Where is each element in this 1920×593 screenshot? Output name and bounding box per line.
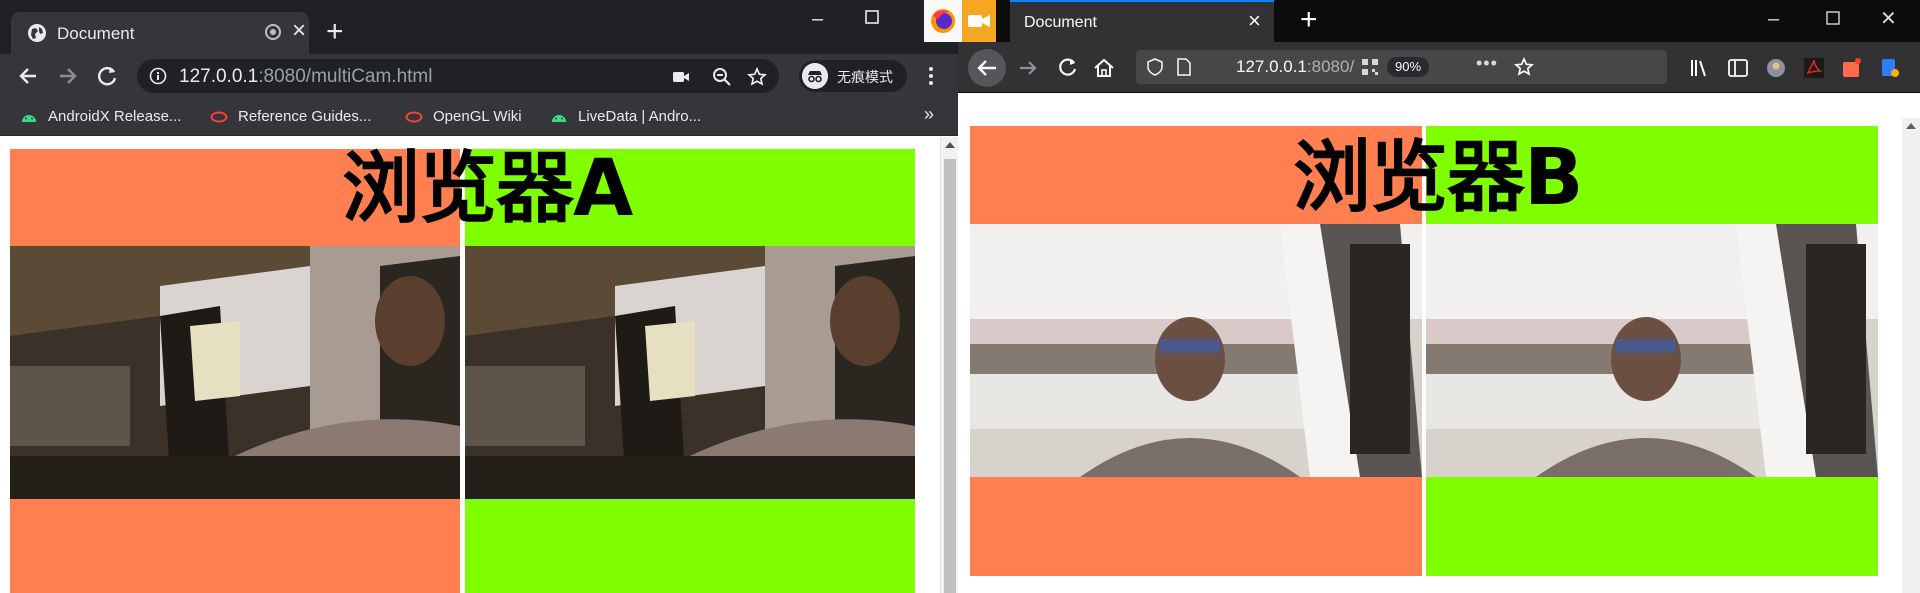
close-tab-icon[interactable]: × bbox=[292, 19, 306, 43]
chrome-window: Document × + – 127.0.0.1:8080/multiCam.h… bbox=[0, 0, 958, 593]
page-heading: 浏览器A bbox=[342, 144, 633, 234]
webcam-video bbox=[465, 246, 915, 499]
address-url: 127.0.0.1:8080/multiCam.html bbox=[179, 66, 433, 87]
page-actions-icon[interactable]: ••• bbox=[1476, 53, 1498, 74]
webcam-video bbox=[970, 224, 1422, 477]
android-icon bbox=[552, 115, 566, 122]
forward-icon[interactable] bbox=[54, 64, 82, 88]
camera-extension-tile[interactable] bbox=[962, 0, 996, 42]
address-bar[interactable]: 127.0.0.1:8080/multiCam.html bbox=[137, 59, 779, 93]
zoom-icon[interactable] bbox=[712, 67, 732, 87]
firefox-extension-tile[interactable] bbox=[924, 0, 962, 42]
globe-icon bbox=[28, 24, 46, 42]
back-button[interactable] bbox=[968, 49, 1006, 87]
firefox-page: 浏览器B bbox=[958, 118, 1920, 593]
page-heading: 浏览器B bbox=[1293, 133, 1583, 223]
bookmarks-overflow-icon[interactable]: » bbox=[924, 104, 934, 125]
firefox-scrollbar[interactable] bbox=[1902, 118, 1920, 593]
bookmark-star-icon[interactable] bbox=[747, 67, 767, 87]
extension-icon[interactable] bbox=[1840, 56, 1864, 80]
android-icon bbox=[22, 115, 36, 122]
home-icon[interactable] bbox=[1092, 56, 1116, 80]
recording-indicator-icon bbox=[265, 24, 281, 40]
firefox-page-top bbox=[958, 92, 1920, 118]
forward-icon[interactable] bbox=[1016, 56, 1040, 80]
bookmark-star-icon[interactable] bbox=[1514, 57, 1534, 77]
sidebar-icon[interactable] bbox=[1726, 56, 1750, 80]
camera-icon bbox=[968, 15, 990, 27]
extension-icon[interactable] bbox=[1878, 56, 1902, 80]
incognito-icon bbox=[802, 63, 828, 89]
desktop: Document × + – 127.0.0.1:8080/multiCam.h… bbox=[0, 0, 1920, 593]
close-window-button[interactable]: ✕ bbox=[1880, 8, 1897, 30]
chrome-tab-title: Document bbox=[57, 24, 135, 43]
chrome-tab-document[interactable]: Document × bbox=[11, 12, 309, 54]
kebab-menu-icon[interactable] bbox=[926, 64, 936, 88]
address-bar[interactable]: 127.0.0.1:8080/ 90% ••• bbox=[1136, 50, 1667, 84]
new-tab-button[interactable]: + bbox=[1300, 5, 1318, 35]
scroll-up-icon[interactable] bbox=[1906, 123, 1916, 129]
back-icon bbox=[977, 60, 996, 76]
chrome-page: 浏览器A bbox=[0, 137, 958, 593]
firefox-logo-icon bbox=[931, 9, 955, 33]
minimize-button[interactable]: – bbox=[812, 8, 823, 30]
zoom-level[interactable]: 90% bbox=[1387, 57, 1430, 77]
firefox-tab-document[interactable]: Document × bbox=[1010, 0, 1274, 42]
site-info-icon[interactable] bbox=[149, 67, 167, 85]
minimize-button[interactable]: – bbox=[1768, 8, 1779, 30]
oracle-icon bbox=[210, 111, 228, 123]
back-icon[interactable] bbox=[14, 64, 42, 88]
scrollbar-thumb[interactable] bbox=[944, 159, 956, 593]
extension-icon[interactable] bbox=[1764, 56, 1788, 80]
scroll-up-icon[interactable] bbox=[945, 142, 955, 148]
page-icon[interactable] bbox=[1176, 58, 1192, 76]
oracle-icon bbox=[405, 111, 423, 123]
reload-icon[interactable] bbox=[94, 64, 122, 88]
library-icon[interactable] bbox=[1688, 56, 1712, 80]
qr-code-icon[interactable] bbox=[1361, 58, 1379, 76]
maximize-button[interactable] bbox=[1826, 8, 1840, 30]
reload-icon[interactable] bbox=[1056, 56, 1080, 80]
shield-icon[interactable] bbox=[1146, 58, 1164, 76]
firefox-tab-title: Document bbox=[1024, 14, 1097, 31]
webcam-video bbox=[10, 246, 460, 499]
close-tab-icon[interactable]: × bbox=[1248, 10, 1261, 32]
pdf-icon[interactable] bbox=[1802, 56, 1826, 80]
camera-icon[interactable] bbox=[671, 67, 691, 87]
firefox-window: Document × + – ✕ 127.0.0.1:8080/ 90% ••• bbox=[958, 0, 1920, 593]
maximize-button[interactable] bbox=[864, 8, 880, 30]
new-tab-button[interactable]: + bbox=[326, 17, 344, 47]
chrome-scrollbar[interactable] bbox=[940, 137, 958, 593]
incognito-label: 无痕模式 bbox=[837, 69, 893, 85]
incognito-badge[interactable]: 无痕模式 bbox=[799, 60, 907, 92]
webcam-video bbox=[1426, 224, 1878, 477]
address-url: 127.0.0.1:8080/ bbox=[1236, 57, 1355, 76]
